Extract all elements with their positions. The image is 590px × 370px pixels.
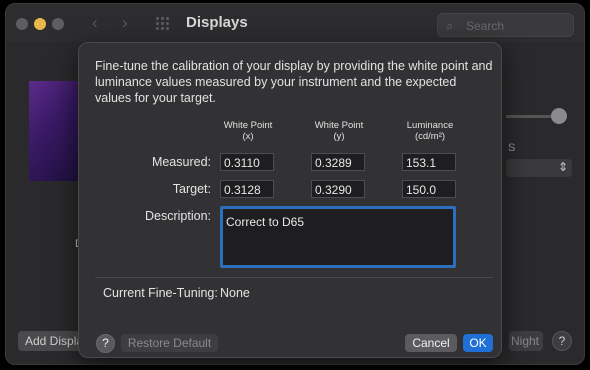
fine-tune-sheet: Fine-tune the calibration of your displa… (78, 42, 502, 358)
target-label: Target: (172, 182, 211, 196)
measured-label: Measured: (151, 155, 211, 169)
description-textarea[interactable]: Correct to D65 (220, 206, 456, 268)
column-title: Luminance (406, 120, 454, 131)
sheet-intro-text: Fine-tune the calibration of your displa… (95, 59, 493, 105)
preset-popup[interactable]: ⇕ (506, 159, 572, 177)
description-label: Description: (145, 209, 211, 223)
search-field[interactable]: ⌕ Search (437, 13, 574, 37)
chevron-updown-icon: ⇕ (557, 160, 568, 174)
minimize-window-button[interactable] (34, 18, 46, 30)
search-icon: ⌕ (446, 18, 454, 33)
brightness-slider-knob[interactable] (551, 108, 567, 124)
column-unit: (y) (333, 131, 345, 142)
background-label-fragment: S (508, 142, 516, 154)
cancel-button[interactable]: Cancel (405, 334, 457, 352)
title-bar: ‹ › Displays ⌕ Search (6, 4, 584, 42)
window-help-button[interactable]: ? (552, 331, 572, 351)
column-unit: (cd/m²) (414, 131, 446, 142)
brightness-slider-track[interactable] (506, 115, 556, 118)
search-placeholder: Search (466, 19, 505, 33)
measured-luminance-field[interactable]: 153.1 (402, 153, 456, 171)
column-header-white-point-x: White Point (x) (213, 120, 283, 142)
target-white-y-field[interactable]: 0.3290 (311, 180, 365, 198)
measured-white-x-field[interactable]: 0.3110 (220, 153, 274, 171)
close-window-button[interactable] (16, 18, 28, 30)
current-fine-tuning-value: None (220, 286, 250, 300)
target-luminance-field[interactable]: 150.0 (402, 180, 456, 198)
column-unit: (x) (242, 131, 254, 142)
column-header-white-point-y: White Point (y) (304, 120, 374, 142)
forward-arrow-icon[interactable]: › (122, 13, 128, 33)
ok-button[interactable]: OK (463, 334, 493, 352)
window-title: Displays (186, 14, 248, 31)
zoom-window-button[interactable] (52, 18, 64, 30)
measured-white-y-field[interactable]: 0.3289 (311, 153, 365, 171)
column-header-luminance: Luminance (cd/m²) (395, 120, 465, 142)
show-all-grid-icon[interactable] (156, 17, 172, 31)
target-white-x-field[interactable]: 0.3128 (220, 180, 274, 198)
divider (95, 277, 493, 278)
column-title: White Point (314, 120, 364, 131)
column-title: White Point (223, 120, 273, 131)
current-fine-tuning-label: Current Fine-Tuning: (103, 286, 218, 300)
night-shift-button[interactable]: Night Shift... (509, 331, 543, 351)
back-arrow-icon[interactable]: ‹ (92, 13, 98, 33)
restore-default-button[interactable]: Restore Default (121, 334, 218, 352)
help-button[interactable]: ? (96, 334, 115, 353)
